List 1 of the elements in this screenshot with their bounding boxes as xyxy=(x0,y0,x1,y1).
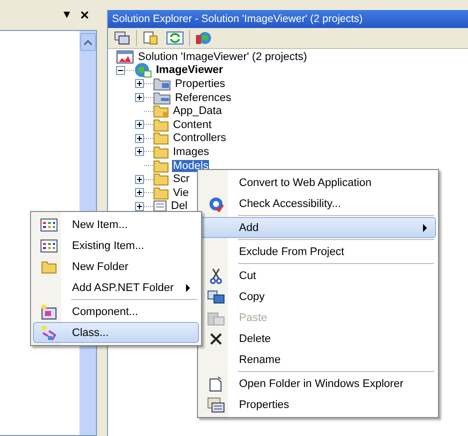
window-title: Solution Explorer - Solution 'ImageViewer' (2 projects) xyxy=(108,10,468,28)
